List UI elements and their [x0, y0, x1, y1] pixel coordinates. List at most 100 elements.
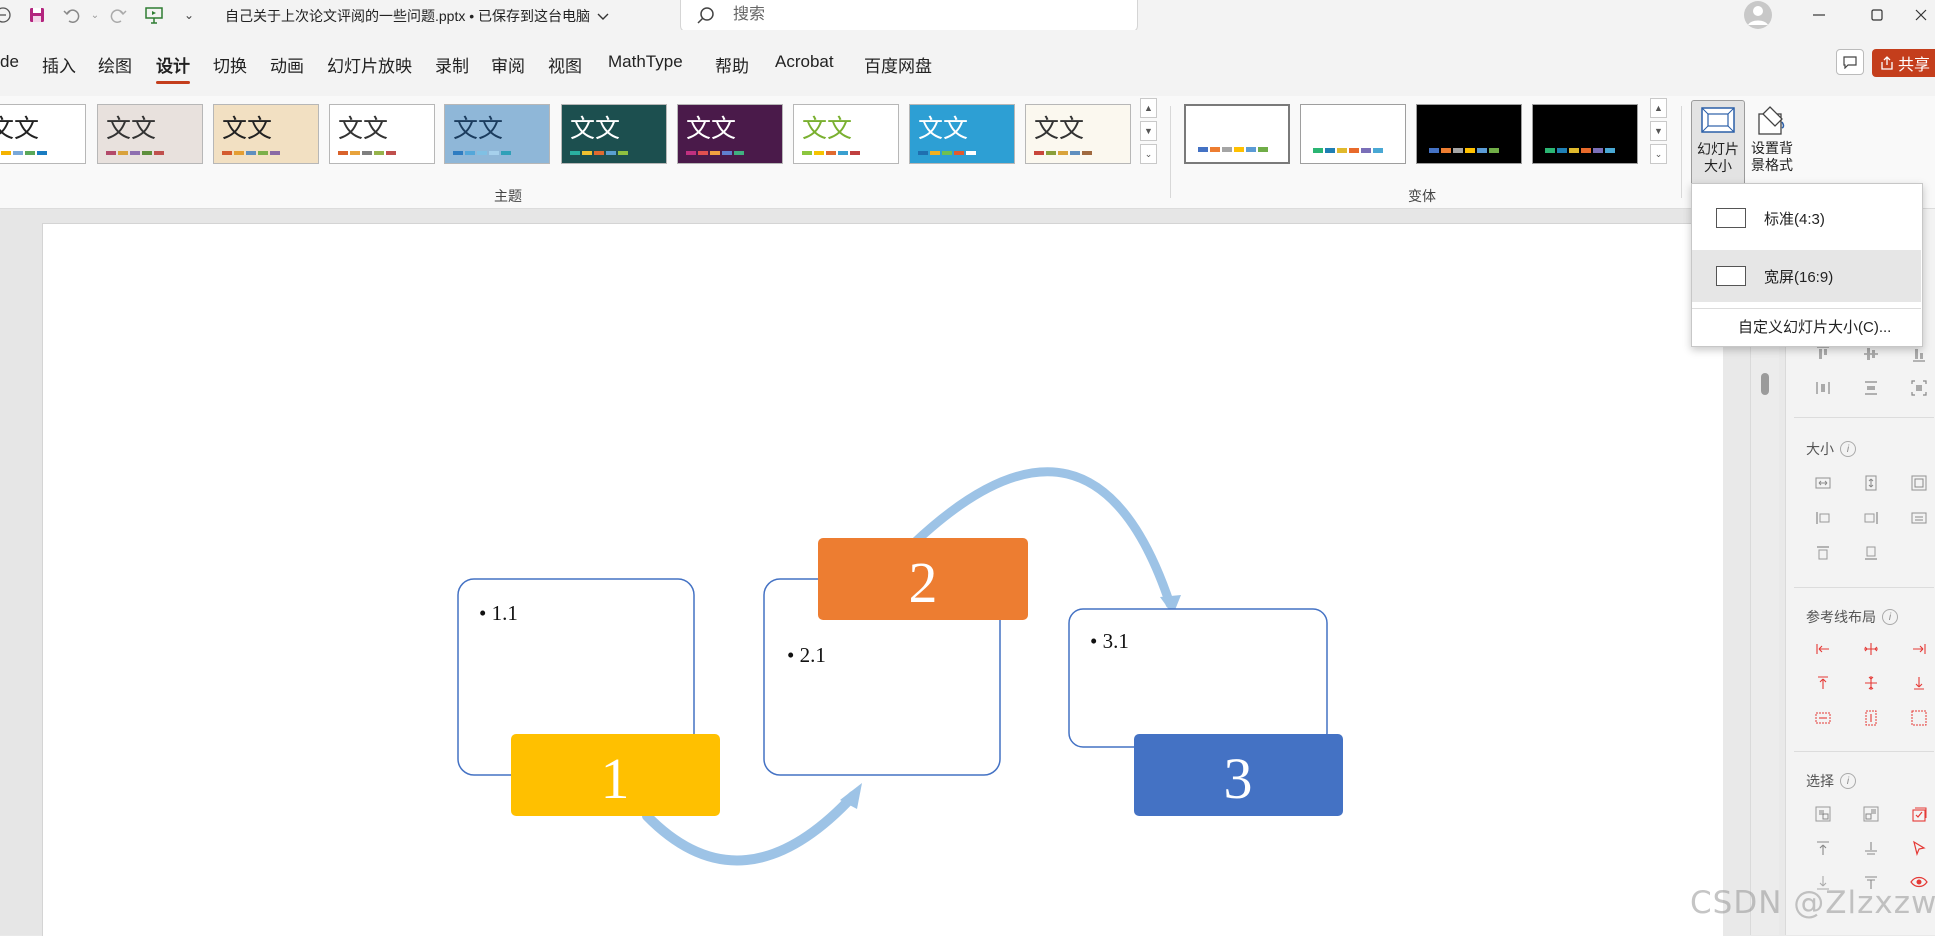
- guide-right-icon[interactable]: [1910, 640, 1928, 658]
- guide-center-h-icon[interactable]: [1862, 640, 1880, 658]
- theme-thumbnail[interactable]: 文文: [1025, 104, 1131, 164]
- close-button[interactable]: [1906, 0, 1935, 30]
- theme-thumbnail[interactable]: 文文: [677, 104, 783, 164]
- tab-mathtype[interactable]: MathType: [608, 52, 683, 72]
- customize-qat-icon[interactable]: ⌄: [178, 4, 200, 26]
- guide-bottom-icon[interactable]: [1910, 674, 1928, 692]
- gallery-scroll-up-button[interactable]: ▲: [1140, 98, 1157, 118]
- tab-insert[interactable]: 插入: [42, 52, 76, 77]
- distribute-vertical-icon[interactable]: [1862, 379, 1880, 397]
- same-size-icon[interactable]: [1910, 474, 1928, 492]
- align-stack-icon[interactable]: [1862, 839, 1880, 857]
- bring-forward-icon[interactable]: [1814, 839, 1832, 857]
- same-height-icon[interactable]: [1862, 474, 1880, 492]
- scrollbar-thumb[interactable]: [1761, 373, 1769, 395]
- menu-item-widescreen-16-9[interactable]: 宽屏(16:9): [1692, 250, 1921, 302]
- theme-thumbnail[interactable]: 文文: [793, 104, 899, 164]
- guide-left-icon[interactable]: [1814, 640, 1832, 658]
- gallery-more-button[interactable]: ⌄: [1140, 144, 1157, 164]
- align-bottom-icon[interactable]: [1910, 345, 1928, 363]
- save-icon[interactable]: [26, 4, 48, 26]
- gallery-scroll-down-button[interactable]: ▼: [1140, 121, 1157, 141]
- variants-scroll-up-button[interactable]: ▲: [1650, 98, 1667, 118]
- search-input[interactable]: [731, 3, 1115, 27]
- align-top-icon[interactable]: [1814, 345, 1832, 363]
- guide-width-icon[interactable]: [1814, 709, 1832, 727]
- swap-size-icon[interactable]: [1910, 509, 1928, 527]
- document-title[interactable]: 自己关于上次论文评阅的一些问题.pptx • 已保存到这台电脑: [225, 6, 609, 26]
- bullet-text-1[interactable]: • 1.1: [479, 601, 518, 625]
- undo-icon[interactable]: [60, 4, 82, 26]
- tab-review[interactable]: 审阅: [491, 52, 525, 77]
- share-button[interactable]: 共享: [1872, 49, 1935, 77]
- theme-thumbnail[interactable]: 文文: [0, 104, 86, 164]
- guide-center-v-icon[interactable]: [1862, 674, 1880, 692]
- theme-thumbnail[interactable]: 文文: [329, 104, 435, 164]
- theme-thumbnail[interactable]: 文文: [97, 104, 203, 164]
- comments-button[interactable]: [1836, 49, 1864, 75]
- variant-thumbnail[interactable]: [1300, 104, 1406, 164]
- bullet-text-3[interactable]: • 3.1: [1090, 629, 1129, 653]
- color-swatch: [570, 151, 580, 155]
- slide-size-button[interactable]: 幻灯片 大小: [1691, 100, 1745, 194]
- stretch-right-icon[interactable]: [1862, 509, 1880, 527]
- tab-transitions[interactable]: 切换: [213, 52, 247, 77]
- distribute-horizontal-icon[interactable]: [1814, 379, 1832, 397]
- color-swatch: [1082, 151, 1092, 155]
- color-swatch: [1246, 147, 1256, 152]
- variants-more-button[interactable]: ⌄: [1650, 144, 1667, 164]
- tab-slideshow[interactable]: 幻灯片放映: [327, 52, 412, 77]
- info-icon: i: [1840, 441, 1856, 457]
- select-cursor-icon[interactable]: [1910, 839, 1928, 857]
- stretch-top-icon[interactable]: [1814, 544, 1832, 562]
- tab-slide[interactable]: de: [0, 52, 19, 72]
- guide-height-icon[interactable]: [1862, 709, 1880, 727]
- tab-animations[interactable]: 动画: [270, 52, 304, 77]
- tab-acrobat[interactable]: Acrobat: [775, 52, 834, 72]
- variant-thumbnail[interactable]: [1184, 104, 1290, 164]
- color-swatch: [594, 151, 604, 155]
- stretch-left-icon[interactable]: [1814, 509, 1832, 527]
- tab-draw[interactable]: 绘图: [98, 52, 132, 77]
- variants-scroll-down-button[interactable]: ▼: [1650, 121, 1667, 141]
- ribbon-tabs: de 插入 绘图 设计 切换 动画 幻灯片放映 录制 审阅 视图 MathTyp…: [0, 30, 1935, 96]
- align-middle-icon[interactable]: [1862, 345, 1880, 363]
- smartart-diagram[interactable]: • 1.1 • 2.1 • 3.1 1 2 3: [43, 224, 1723, 936]
- redo-icon[interactable]: [108, 4, 130, 26]
- slide-canvas[interactable]: • 1.1 • 2.1 • 3.1 1 2 3: [42, 223, 1723, 936]
- tab-view[interactable]: 视图: [548, 52, 582, 77]
- start-slideshow-icon[interactable]: [143, 4, 165, 26]
- guide-margins-icon[interactable]: [1910, 709, 1928, 727]
- color-swatch: [1198, 147, 1208, 152]
- bullet-text-2[interactable]: • 2.1: [787, 643, 826, 667]
- select-similar-icon[interactable]: [1862, 805, 1880, 823]
- tab-help[interactable]: 帮助: [715, 52, 749, 77]
- variant-thumbnail[interactable]: [1532, 104, 1638, 164]
- fit-slide-icon[interactable]: [1910, 379, 1928, 397]
- menu-item-custom-size[interactable]: 自定义幻灯片大小(C)...: [1738, 316, 1891, 337]
- same-width-icon[interactable]: [1814, 474, 1832, 492]
- tab-record[interactable]: 录制: [435, 52, 469, 77]
- tab-design[interactable]: 设计: [156, 52, 190, 84]
- number-label-2: 2: [909, 550, 938, 615]
- maximize-button[interactable]: [1848, 0, 1906, 30]
- menu-item-standard-4-3[interactable]: 标准(4:3): [1692, 192, 1921, 244]
- variant-thumbnail[interactable]: [1416, 104, 1522, 164]
- stretch-bottom-icon[interactable]: [1862, 544, 1880, 562]
- color-swatch: [374, 151, 384, 155]
- theme-thumbnail[interactable]: 文文: [909, 104, 1015, 164]
- tab-baidu-netdisk[interactable]: 百度网盘: [864, 52, 932, 77]
- search-box[interactable]: [680, 0, 1138, 32]
- theme-thumbnail[interactable]: 文文: [213, 104, 319, 164]
- theme-thumbnail[interactable]: 文文: [561, 104, 667, 164]
- minimize-button[interactable]: [1790, 0, 1848, 30]
- select-same-icon[interactable]: [1814, 805, 1832, 823]
- theme-sample-text: 文文: [802, 114, 853, 143]
- autosave-icon[interactable]: [0, 4, 14, 26]
- theme-thumbnail[interactable]: 文文: [444, 104, 550, 164]
- format-background-button[interactable]: 设置背 景格式: [1745, 100, 1799, 194]
- undo-dropdown-icon[interactable]: ⌄: [84, 4, 106, 26]
- guide-top-icon[interactable]: [1814, 674, 1832, 692]
- select-all-icon[interactable]: [1910, 805, 1928, 823]
- color-swatch: [582, 151, 592, 155]
